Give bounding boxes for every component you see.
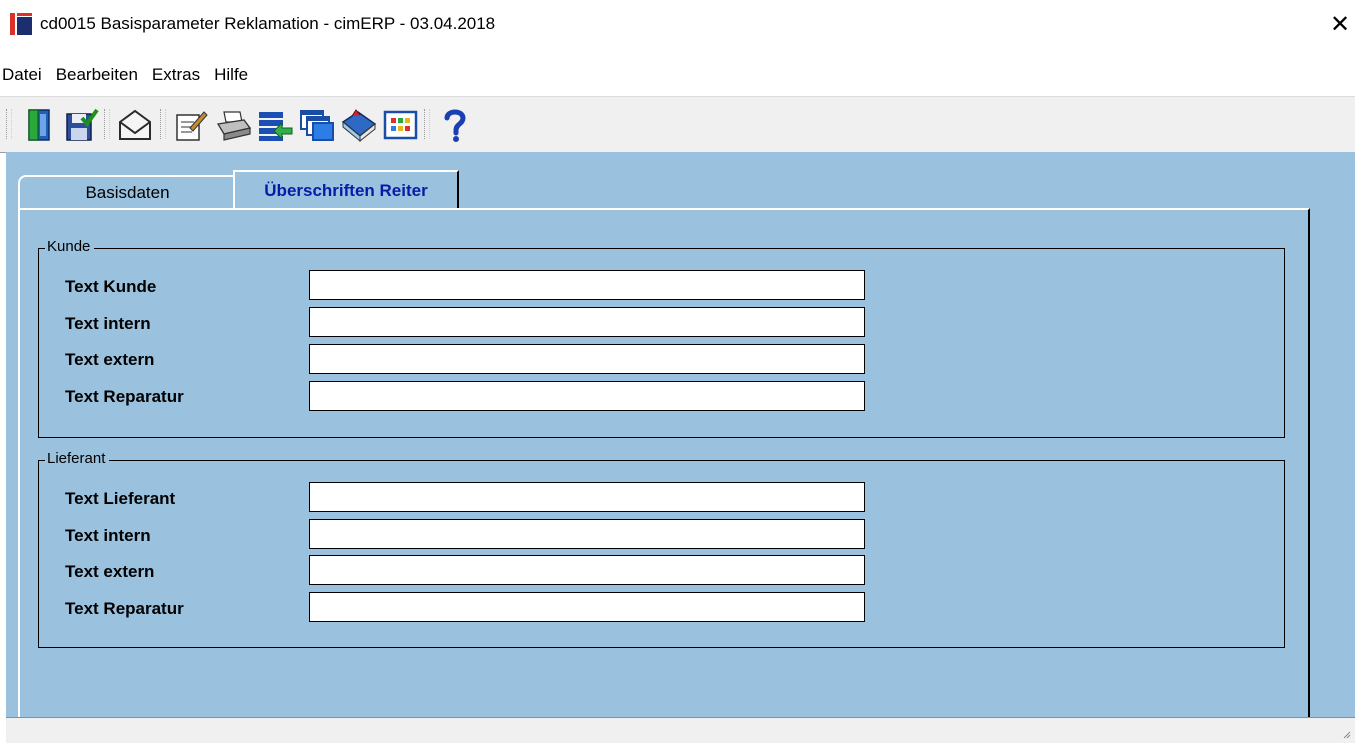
- input-kunde-text-reparatur[interactable]: [309, 381, 865, 411]
- input-text-kunde[interactable]: [309, 270, 865, 300]
- status-bar: [6, 717, 1355, 743]
- toolbar: [0, 96, 1355, 153]
- input-kunde-text-extern[interactable]: [309, 344, 865, 374]
- input-text-lieferant[interactable]: [309, 482, 865, 512]
- tab-ueberschriften-reiter[interactable]: Überschriften Reiter: [233, 170, 459, 210]
- menu-bearbeiten[interactable]: Bearbeiten: [50, 65, 144, 85]
- grid-icon[interactable]: [382, 106, 420, 144]
- menu-datei[interactable]: Datei: [0, 65, 48, 85]
- label-kunde-text-intern: Text intern: [65, 314, 151, 333]
- label-text-kunde: Text Kunde: [65, 277, 157, 296]
- label-kunde-text-extern: Text extern: [65, 350, 155, 369]
- menu-extras[interactable]: Extras: [146, 65, 206, 85]
- window-title: cd0015 Basisparameter Reklamation - cimE…: [40, 14, 496, 33]
- edit-icon[interactable]: [172, 106, 210, 144]
- toolbar-separator: [424, 109, 430, 139]
- label-kunde-text-reparatur: Text Reparatur: [65, 387, 184, 406]
- help-icon[interactable]: [436, 106, 474, 144]
- input-kunde-text-intern[interactable]: [309, 307, 865, 337]
- app-logo-icon: [10, 13, 32, 35]
- menu-bar: Datei Bearbeiten Extras Hilfe: [0, 60, 1355, 90]
- resize-grip-icon[interactable]: [1341, 729, 1351, 739]
- group-lieferant-legend: Lieferant: [45, 450, 110, 467]
- exit-icon[interactable]: [20, 106, 58, 144]
- toolbar-separator: [160, 109, 166, 139]
- input-lieferant-text-intern[interactable]: [309, 519, 865, 549]
- menu-hilfe[interactable]: Hilfe: [208, 65, 254, 85]
- mail-icon[interactable]: [116, 106, 154, 144]
- input-lieferant-text-extern[interactable]: [309, 555, 865, 585]
- save-icon[interactable]: [62, 106, 100, 144]
- print-icon[interactable]: [214, 106, 252, 144]
- input-lieferant-text-reparatur[interactable]: [309, 592, 865, 622]
- group-kunde-legend: Kunde: [45, 238, 95, 255]
- windows-icon[interactable]: [298, 106, 336, 144]
- list-icon[interactable]: [256, 106, 294, 144]
- label-lieferant-text-reparatur: Text Reparatur: [65, 599, 184, 618]
- label-lieferant-text-extern: Text extern: [65, 562, 155, 581]
- toolbar-separator: [104, 109, 110, 139]
- toolbar-separator: [6, 109, 12, 139]
- book-icon[interactable]: [340, 106, 378, 144]
- tab-basisdaten[interactable]: Basisdaten: [18, 175, 235, 209]
- title-bar: cd0015 Basisparameter Reklamation - cimE…: [0, 0, 1355, 40]
- label-lieferant-text-intern: Text intern: [65, 526, 151, 545]
- close-button[interactable]: ✕: [1325, 12, 1355, 38]
- label-text-lieferant: Text Lieferant: [65, 489, 176, 508]
